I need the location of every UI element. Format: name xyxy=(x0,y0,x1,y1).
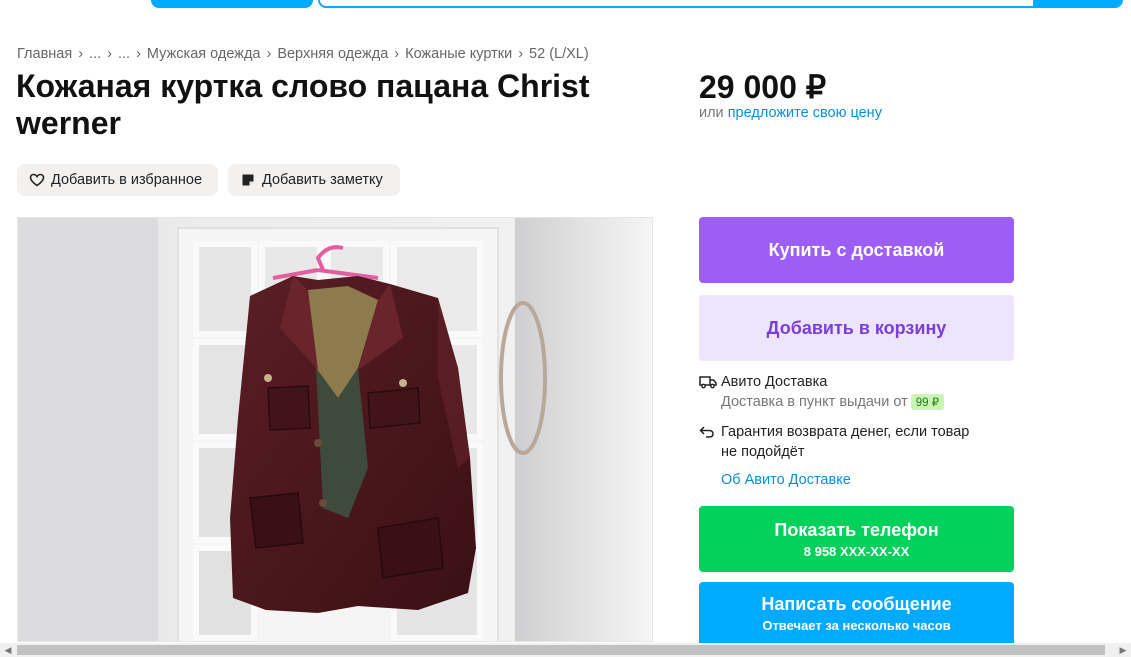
response-time-text: Отвечает за несколько часов xyxy=(762,617,951,633)
avito-delivery-info: Авито Доставка Доставка в пункт выдачи о… xyxy=(699,374,1014,414)
leather-jacket-image xyxy=(18,218,652,641)
horizontal-scrollbar[interactable]: ◀ ▶ xyxy=(0,643,1131,657)
product-photo[interactable] xyxy=(17,217,653,642)
breadcrumb-separator: › xyxy=(394,46,400,62)
add-note-button[interactable]: Добавить заметку xyxy=(228,164,400,196)
add-favorite-button[interactable]: Добавить в избранное xyxy=(17,164,218,196)
send-message-label: Написать сообщение xyxy=(761,593,952,614)
breadcrumb-item-ellipsis[interactable]: ... xyxy=(89,46,101,62)
breadcrumb-item-mens-clothing[interactable]: Мужская одежда xyxy=(147,46,261,62)
search-input[interactable] xyxy=(318,0,1123,8)
note-icon xyxy=(240,172,256,188)
send-message-button[interactable]: Написать сообщение Отвечает за несколько… xyxy=(699,582,1014,644)
buy-with-delivery-button[interactable]: Купить с доставкой xyxy=(699,217,1014,283)
page-title: Кожаная куртка слово пацана Christ werne… xyxy=(16,68,590,141)
heart-icon xyxy=(29,172,45,188)
show-phone-button[interactable]: Показать телефон 8 958 XXX-XX-XX xyxy=(699,506,1014,572)
add-to-cart-button[interactable]: Добавить в корзину xyxy=(699,295,1014,361)
guarantee-line-2: не подойдёт xyxy=(721,444,805,460)
price-offer: или предложите свою цену xyxy=(699,105,882,121)
breadcrumb-separator: › xyxy=(518,46,524,62)
scroll-right-arrow-icon[interactable]: ▶ xyxy=(1118,645,1128,655)
search-button[interactable] xyxy=(1033,0,1121,6)
truck-icon xyxy=(699,375,717,391)
breadcrumb: Главная ›... ›... › Мужская одежда › Верхняя о… xyxy=(17,46,589,62)
top-header xyxy=(0,0,1131,14)
scroll-left-arrow-icon[interactable]: ◀ xyxy=(3,645,13,655)
breadcrumb-separator: › xyxy=(78,46,84,62)
header-button[interactable] xyxy=(151,0,313,8)
breadcrumb-item-outerwear[interactable]: Верхняя одежда xyxy=(277,46,388,62)
breadcrumb-item-leather-jackets[interactable]: Кожаные куртки xyxy=(405,46,512,62)
money-back-guarantee: Гарантия возврата денег, если товар не п… xyxy=(699,424,1014,464)
breadcrumb-item-ellipsis[interactable]: ... xyxy=(118,46,130,62)
show-phone-label: Показать телефон xyxy=(774,519,939,540)
pickup-text: Доставка в пункт выдачи от xyxy=(721,394,908,410)
phone-number-masked: 8 958 XXX-XX-XX xyxy=(803,543,910,559)
breadcrumb-separator: › xyxy=(107,46,112,62)
price: 29 000 ₽ xyxy=(699,69,827,105)
price-or-text: или xyxy=(699,105,724,121)
breadcrumb-item-home[interactable]: Главная xyxy=(17,46,72,62)
breadcrumb-item-size[interactable]: 52 (L/XL) xyxy=(529,46,589,62)
add-favorite-label: Добавить в избранное xyxy=(51,172,203,188)
about-avito-delivery-link[interactable]: Об Авито Доставке xyxy=(721,472,851,488)
guarantee-line-1: Гарантия возврата денег, если товар xyxy=(721,424,970,440)
buy-with-delivery-label: Купить с доставкой xyxy=(768,239,945,260)
pickup-price-badge: 99 ₽ xyxy=(910,394,945,410)
return-arrow-icon xyxy=(699,425,717,441)
add-note-label: Добавить заметку xyxy=(262,172,383,188)
breadcrumb-separator: › xyxy=(136,46,141,62)
delivery-title: Авито Доставка xyxy=(721,374,828,390)
breadcrumb-separator: › xyxy=(266,46,272,62)
add-to-cart-label: Добавить в корзину xyxy=(766,317,947,338)
scrollbar-thumb[interactable] xyxy=(17,645,1105,655)
offer-price-link[interactable]: предложите свою цену xyxy=(728,105,882,121)
